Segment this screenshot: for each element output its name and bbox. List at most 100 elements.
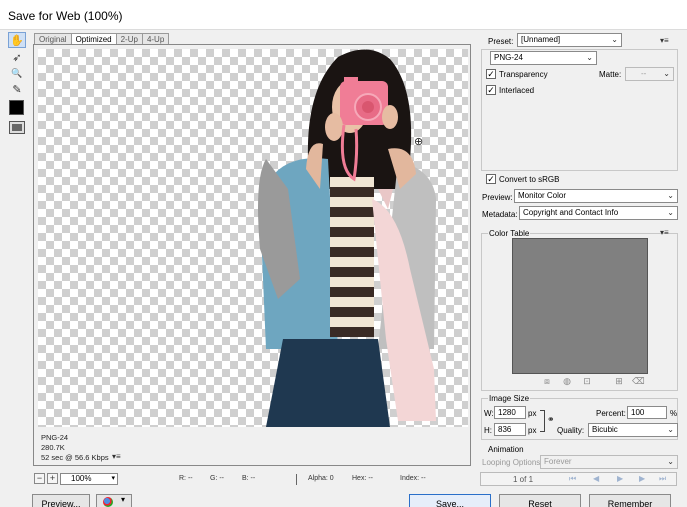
play-icon[interactable]: ▶ — [617, 474, 623, 483]
convert-srgb-checkbox[interactable]: ✓ — [486, 174, 496, 184]
image-preview-canvas[interactable]: ⊕ — [38, 49, 468, 427]
preview-button[interactable]: Preview... — [32, 494, 90, 507]
looping-options-label: Looping Options: — [482, 458, 543, 467]
chevron-down-icon: ⌄ — [586, 53, 593, 62]
striped-sweater — [330, 177, 374, 337]
chevron-down-icon: ⌄ — [667, 457, 674, 466]
slice-select-tool-icon[interactable]: ➶ — [8, 49, 26, 65]
preset-label: Preset: — [488, 37, 514, 46]
width-unit: px — [528, 409, 537, 418]
window-title: Save for Web (100%) — [8, 9, 123, 23]
interlaced-label: Interlaced — [499, 86, 535, 95]
zoom-level-select[interactable]: 100% ▾ — [60, 473, 118, 485]
optimization-info: PNG-24 280.7K 52 sec @ 56.6 Kbps ▾≡ — [38, 430, 468, 463]
height-label: H: — [484, 426, 492, 435]
zoom-tool-icon[interactable]: 🔍 — [8, 65, 26, 81]
info-file-size: 280.7K — [41, 443, 65, 452]
next-frame-icon[interactable]: ▶︎ — [639, 474, 645, 483]
chevron-down-icon: ▾ — [111, 475, 115, 482]
save-for-web-dialog: Save for Web (100%) ✋ ➶ 🔍 ✎ Original Opti… — [0, 0, 687, 507]
pink-camera — [340, 77, 388, 125]
index-readout: Index: -- — [400, 475, 426, 482]
zoom-out-button[interactable]: − — [34, 473, 45, 484]
preview-color-value: Monitor Color — [518, 191, 567, 200]
color-table-swatches[interactable] — [512, 238, 648, 374]
percent-input[interactable]: 100 — [627, 406, 667, 419]
interlaced-checkbox[interactable]: ✓ — [486, 85, 496, 95]
preview-in-browser-button[interactable]: ▾ — [96, 494, 132, 507]
delete-color-icon[interactable]: ⌫ — [632, 376, 645, 386]
constrain-proportions-link-icon[interactable]: ⚭ — [547, 414, 555, 425]
remember-button[interactable]: Remember — [589, 494, 671, 507]
chevron-down-icon: ⌄ — [663, 69, 670, 78]
first-frame-icon[interactable]: ⏮ — [569, 474, 576, 484]
looping-options-select[interactable]: Forever ⌄ — [540, 455, 678, 469]
new-color-icon[interactable]: ⊞ — [614, 376, 624, 386]
width-input[interactable]: 1280 — [494, 406, 526, 419]
last-frame-icon[interactable]: ⏭ — [659, 474, 666, 484]
eyedropper-color-swatch[interactable] — [9, 100, 24, 115]
toggle-slices-icon[interactable] — [9, 121, 25, 134]
map-color-icon[interactable]: ⧈ — [542, 376, 552, 386]
height-unit: px — [528, 426, 537, 435]
looping-options-value: Forever — [544, 457, 572, 466]
alpha-readout: Alpha: 0 — [308, 475, 334, 482]
width-label: W: — [484, 409, 494, 418]
file-format-value: PNG-24 — [494, 53, 523, 62]
save-button[interactable]: Save... — [409, 494, 491, 507]
web-shift-icon[interactable]: ◍ — [562, 376, 572, 386]
zoom-in-button[interactable]: + — [47, 473, 58, 484]
status-bar: − + 100% ▾ R: -- G: -- B: -- Alpha: 0 He… — [34, 473, 474, 487]
metadata-select[interactable]: Copyright and Contact Info ⌄ — [519, 206, 678, 220]
constrain-bracket — [540, 410, 545, 432]
chevron-down-icon: ⌄ — [611, 35, 618, 44]
preset-menu-icon[interactable]: ▾≡ — [660, 36, 669, 45]
file-format-select[interactable]: PNG-24 ⌄ — [490, 51, 597, 65]
height-input[interactable]: 836 — [494, 423, 526, 436]
title-bar: Save for Web (100%) — [0, 0, 687, 30]
green-readout: G: -- — [210, 475, 224, 482]
lock-color-icon[interactable]: ⊡ — [582, 376, 592, 386]
zoom-level-value: 100% — [71, 474, 92, 483]
blue-readout: B: -- — [242, 475, 256, 482]
info-download-time: 52 sec @ 56.6 Kbps — [41, 453, 109, 462]
reset-button[interactable]: Reset — [499, 494, 581, 507]
animation-controls: 1 of 1 ⏮ ◀︎ ▶ ▶︎ ⏭ — [480, 472, 677, 486]
animation-title: Animation — [488, 445, 524, 454]
percent-label: Percent: — [596, 409, 626, 418]
chevron-down-icon: ⌄ — [667, 208, 674, 217]
info-menu-icon[interactable]: ▾≡ — [112, 452, 121, 461]
hex-readout: Hex: -- — [352, 475, 373, 482]
preview-color-select[interactable]: Monitor Color ⌄ — [514, 189, 678, 203]
metadata-label: Metadata: — [482, 210, 518, 219]
preview-label: Preview: — [482, 193, 513, 202]
browser-icon — [103, 497, 113, 507]
image-size-title: Image Size — [488, 394, 531, 403]
zoom-cursor-icon: ⊕ — [414, 136, 424, 148]
chevron-down-icon: ▾ — [121, 495, 126, 504]
transparency-label: Transparency — [499, 70, 548, 79]
previous-frame-icon[interactable]: ◀︎ — [593, 474, 599, 483]
matte-value: -- — [641, 69, 647, 78]
convert-srgb-label: Convert to sRGB — [499, 175, 560, 184]
eyedropper-tool-icon[interactable]: ✎ — [8, 81, 26, 97]
metadata-value: Copyright and Contact Info — [523, 208, 619, 217]
resample-quality-value: Bicubic — [592, 425, 618, 434]
info-format: PNG-24 — [41, 433, 69, 442]
percent-unit: % — [670, 409, 678, 418]
quality-label: Quality: — [557, 426, 585, 435]
status-divider — [296, 474, 297, 485]
transparency-checkbox[interactable]: ✓ — [486, 69, 496, 79]
resample-quality-select[interactable]: Bicubic ⌄ — [588, 423, 678, 437]
chevron-down-icon: ⌄ — [667, 425, 674, 434]
matte-select[interactable]: -- ⌄ — [625, 67, 674, 81]
preset-select[interactable]: [Unnamed] ⌄ — [517, 33, 622, 47]
hand-tool-icon[interactable]: ✋ — [8, 32, 26, 48]
frame-counter: 1 of 1 — [513, 475, 534, 484]
color-table-menu-icon[interactable]: ▾≡ — [660, 228, 669, 237]
red-readout: R: -- — [179, 475, 193, 482]
preset-value: [Unnamed] — [521, 35, 561, 44]
matte-label: Matte: — [599, 70, 622, 79]
color-table-title: Color Table — [488, 229, 531, 238]
chevron-down-icon: ⌄ — [667, 191, 674, 200]
